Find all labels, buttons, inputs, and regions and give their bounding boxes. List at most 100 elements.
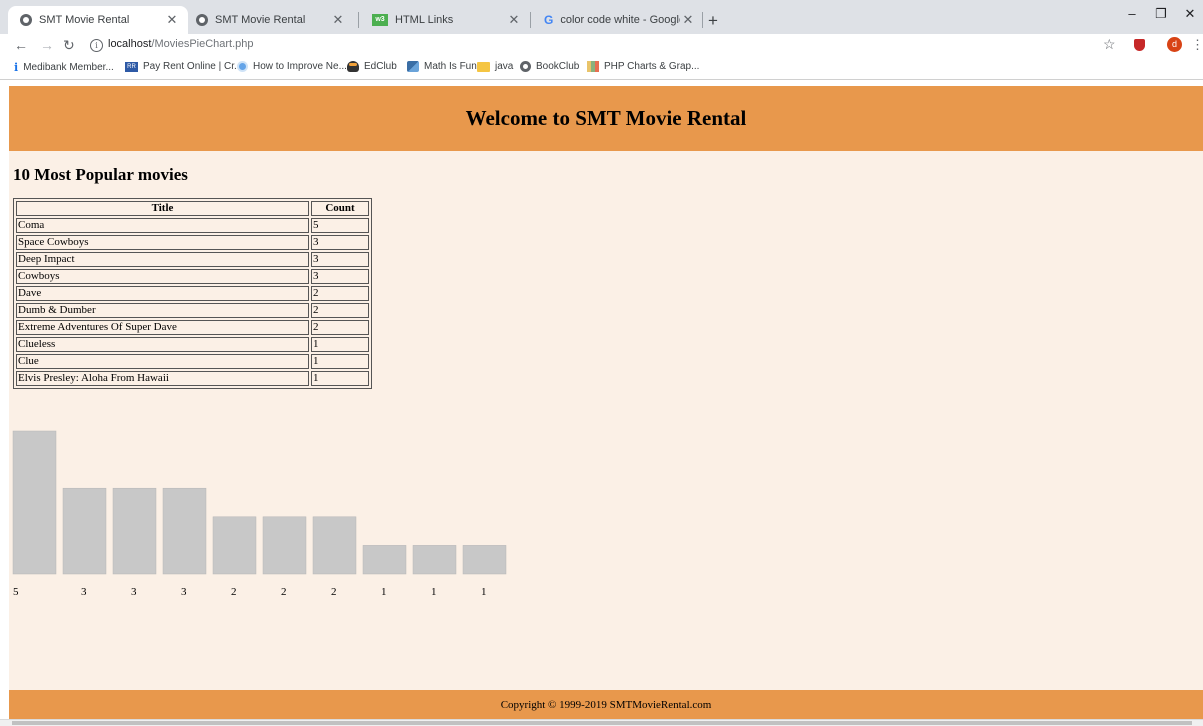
movie-count-cell: 3: [311, 269, 369, 284]
bar-8: [362, 545, 407, 575]
tab-html-links[interactable]: w3 HTML Links ✕: [360, 6, 530, 34]
bar-10: [462, 545, 507, 575]
owl-icon: [347, 61, 359, 72]
w3schools-icon: w3: [372, 14, 388, 26]
table-row: Cowboys 3: [16, 269, 369, 284]
bookmark-label: Pay Rent Online | Cr...: [143, 61, 243, 72]
table-row: Clueless 1: [16, 337, 369, 352]
bar-value-label: 3: [181, 586, 187, 598]
bar-9: [412, 545, 457, 575]
tab-separator: [702, 12, 703, 28]
movie-count-cell: 2: [311, 320, 369, 335]
minimize-button[interactable]: –: [1118, 6, 1146, 21]
circle-icon: [237, 61, 248, 72]
table-row: Dumb & Dumber 2: [16, 303, 369, 318]
movie-count-cell: 1: [311, 354, 369, 369]
globe-icon: [20, 14, 32, 26]
page-viewport: Welcome to SMT Movie Rental 10 Most Popu…: [0, 80, 1203, 726]
close-icon[interactable]: ✕: [164, 12, 180, 28]
tab-separator: [358, 12, 359, 28]
movie-title-cell: Coma: [16, 218, 309, 233]
tab-smt-movie-rental[interactable]: SMT Movie Rental ✕: [184, 6, 354, 34]
movie-title-cell: Deep Impact: [16, 252, 309, 267]
table-row: Clue 1: [16, 354, 369, 369]
bar-value-label: 1: [481, 586, 487, 598]
url-host: localhost: [108, 38, 152, 50]
bookmark-label: How to Improve Ne...: [253, 61, 347, 72]
tab-title: color code white - Google Search: [560, 14, 680, 26]
page-body: Welcome to SMT Movie Rental 10 Most Popu…: [9, 86, 1203, 719]
site-info-icon[interactable]: i: [90, 39, 103, 52]
bar-value-label: 1: [431, 586, 437, 598]
movie-title-cell: Cowboys: [16, 269, 309, 284]
bar-value-label: 2: [231, 586, 237, 598]
restore-button[interactable]: ❐: [1147, 6, 1175, 22]
math-icon: [407, 61, 419, 72]
close-window-button[interactable]: ✕: [1176, 6, 1203, 22]
movie-title-cell: Clue: [16, 354, 309, 369]
back-arrow-icon[interactable]: ←: [14, 37, 28, 53]
bookmark-math-is-fun[interactable]: Math Is Fun: [407, 61, 477, 72]
movie-title-cell: Space Cowboys: [16, 235, 309, 250]
table-row: Space Cowboys 3: [16, 235, 369, 250]
rr-icon: RR: [125, 61, 138, 72]
table-row: Extreme Adventures Of Super Dave 2: [16, 320, 369, 335]
column-header-count: Count: [311, 201, 369, 216]
bookmark-star-icon[interactable]: ☆: [1103, 36, 1116, 53]
extension-shield-icon[interactable]: [1134, 39, 1145, 51]
bookmark-label: PHP Charts & Grap...: [604, 61, 700, 72]
bookmark-label: BookClub: [536, 61, 580, 72]
bar-value-label: 2: [331, 586, 337, 598]
bookmark-label: Math Is Fun: [424, 61, 477, 72]
close-icon[interactable]: ✕: [330, 12, 346, 28]
info-icon: i: [14, 61, 19, 74]
tab-separator: [530, 12, 531, 28]
url-path: /MoviesPieChart.php: [151, 38, 254, 50]
reload-icon[interactable]: ↻: [63, 37, 75, 54]
google-icon: G: [544, 13, 554, 27]
bookmark-label: java: [495, 61, 514, 72]
bar-3: [112, 487, 157, 575]
tab-smt-movie-rental-active[interactable]: SMT Movie Rental ✕: [8, 6, 188, 34]
bookmark-bookclub[interactable]: BookClub: [520, 61, 579, 72]
folder-icon: [477, 61, 490, 72]
site-footer: Copyright © 1999-2019 SMTMovieRental.com: [9, 690, 1203, 719]
bar-5: [212, 516, 257, 575]
movie-title-cell: Elvis Presley: Aloha From Hawaii: [16, 371, 309, 386]
section-title: 10 Most Popular movies: [13, 165, 188, 184]
movie-title-cell: Extreme Adventures Of Super Dave: [16, 320, 309, 335]
bar-value-label: 3: [131, 586, 137, 598]
movie-title-cell: Dumb & Dumber: [16, 303, 309, 318]
new-tab-button[interactable]: +: [708, 11, 718, 31]
bar-value-label: 3: [81, 586, 87, 598]
site-title: Welcome to SMT Movie Rental: [465, 106, 747, 130]
profile-avatar[interactable]: d: [1167, 37, 1182, 52]
table-row: Deep Impact 3: [16, 252, 369, 267]
bookmark-java[interactable]: java: [477, 61, 513, 72]
kebab-menu-icon[interactable]: ⋮: [1191, 37, 1203, 53]
bookmark-edclub[interactable]: EdClub: [347, 61, 397, 72]
table-row: Coma 5: [16, 218, 369, 233]
table-header-row: Title Count: [16, 201, 369, 216]
bookmark-how-to-improve[interactable]: How to Improve Ne...: [237, 61, 347, 72]
tab-title: SMT Movie Rental: [39, 14, 130, 26]
bookmark-php-charts[interactable]: PHP Charts & Grap...: [587, 61, 699, 72]
bar-2: [62, 487, 107, 575]
close-icon[interactable]: ✕: [680, 12, 696, 28]
address-bar[interactable]: localhost/MoviesPieChart.php: [108, 38, 254, 50]
bar-4: [162, 487, 207, 575]
movie-count-cell: 2: [311, 286, 369, 301]
copyright-text: Copyright © 1999-2019 SMTMovieRental.com: [500, 698, 712, 711]
bookmark-medibank[interactable]: i Medibank Member...: [14, 61, 114, 74]
site-header: Welcome to SMT Movie Rental: [9, 86, 1203, 151]
bar-value-label: 1: [381, 586, 387, 598]
tab-title: HTML Links: [395, 14, 454, 26]
tab-google-search[interactable]: G color code white - Google Search ✕: [532, 6, 704, 34]
forward-arrow-icon[interactable]: →: [40, 37, 54, 53]
movie-title-cell: Clueless: [16, 337, 309, 352]
bookmark-pay-rent[interactable]: RR Pay Rent Online | Cr...: [125, 61, 242, 72]
movie-count-cell: 1: [311, 371, 369, 386]
movie-count-cell: 3: [311, 235, 369, 250]
close-icon[interactable]: ✕: [506, 12, 522, 28]
scrollbar-thumb[interactable]: [12, 721, 1192, 725]
